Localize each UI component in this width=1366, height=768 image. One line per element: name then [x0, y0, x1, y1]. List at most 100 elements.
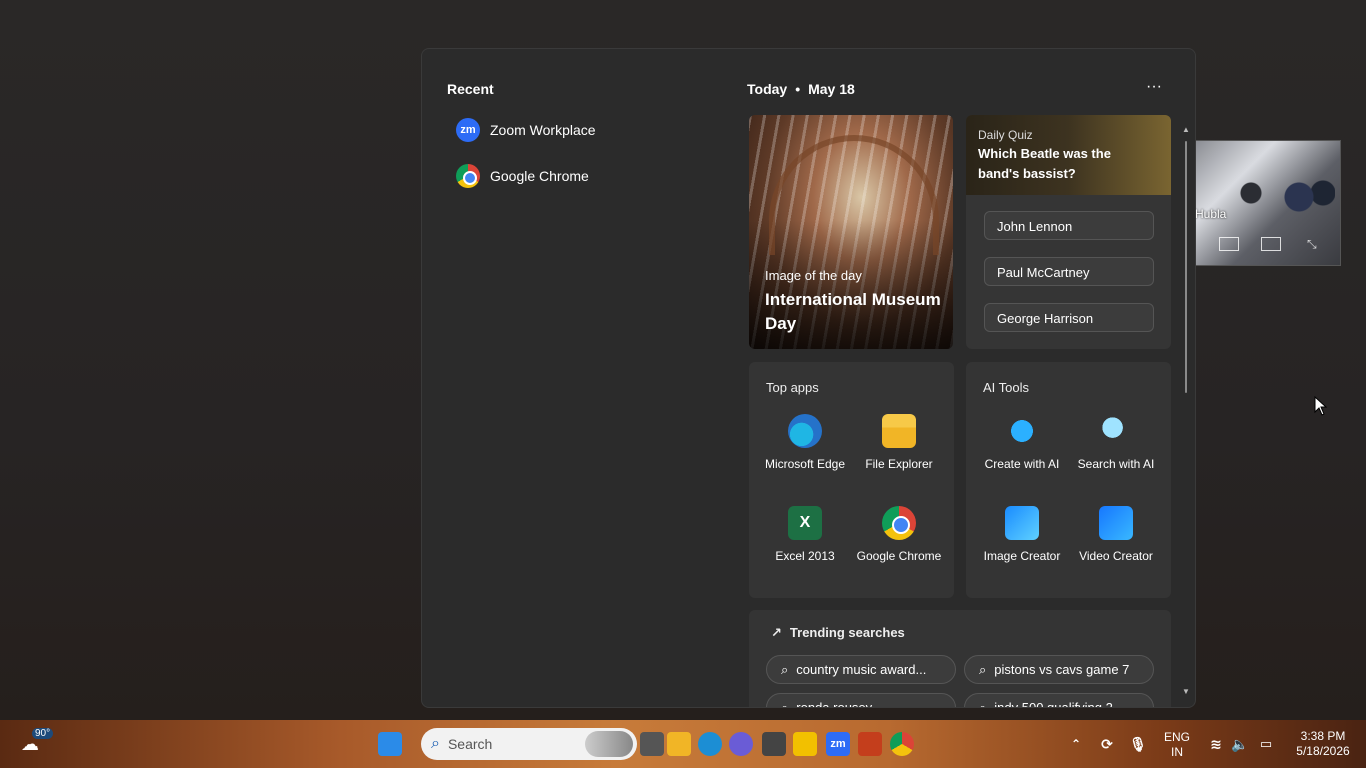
scroll-up-icon[interactable]: ▲	[1181, 125, 1191, 134]
edge-icon[interactable]	[698, 732, 722, 756]
wifi-icon[interactable]: ≋	[1204, 732, 1228, 756]
image-card-title: International Museum Day	[765, 290, 941, 333]
microphone-icon[interactable]: 🎙	[1126, 732, 1150, 756]
trending-chip[interactable]: ⌕ indy 500 qualifying 2...	[964, 693, 1154, 708]
lang-bottom: IN	[1171, 745, 1183, 759]
app-label: Excel 2013	[775, 549, 835, 563]
video-creator-icon	[1099, 506, 1133, 540]
quiz-option[interactable]: John Lennon	[984, 211, 1154, 240]
lang-top: ENG	[1163, 730, 1190, 744]
trending-label: Trending searches	[789, 625, 905, 640]
battery-icon[interactable]: ▭	[1254, 732, 1278, 756]
museum-image	[769, 135, 939, 255]
clock[interactable]: 3:38 PM 5/18/2026	[1288, 729, 1358, 759]
search-icon: ⌕	[979, 662, 987, 677]
chip-label: indy 500 qualifying 2...	[994, 700, 1124, 708]
tool-label: Video Creator	[1079, 549, 1153, 563]
search-ai-icon	[1099, 414, 1133, 448]
image-of-the-day-card[interactable]: Image of the day International Museum Da…	[749, 115, 953, 349]
daily-quiz-card: Daily Quiz Which Beatle was the band's b…	[966, 115, 1171, 349]
trending-chip[interactable]: ⌕ pistons vs cavs game 7	[964, 655, 1154, 684]
recent-item-zoom[interactable]: zm Zoom Workplace	[446, 113, 706, 147]
quiz-header: Daily Quiz Which Beatle was the band's b…	[966, 115, 1171, 195]
widgets-panel: Recent zm Zoom Workplace Google Chrome T…	[421, 48, 1196, 708]
scroll-thumb[interactable]	[1185, 141, 1187, 393]
top-app-excel[interactable]: X Excel 2013	[760, 506, 850, 564]
camera-icon[interactable]	[762, 732, 786, 756]
clock-time: 3:38 PM	[1300, 729, 1346, 743]
create-ai-icon	[1005, 414, 1039, 448]
expand-icon[interactable]: ⤡	[1307, 237, 1327, 251]
stop-video-icon[interactable]	[1219, 237, 1239, 251]
search-icon: ⌕	[979, 700, 987, 708]
meeting-video	[1215, 161, 1335, 241]
chrome-icon[interactable]	[890, 732, 914, 756]
start-icon[interactable]	[378, 732, 402, 756]
search-icon: ⌕	[781, 700, 789, 708]
app-label: Google Chrome	[856, 549, 942, 563]
excel-icon: X	[788, 506, 822, 540]
top-apps-card: Top apps Microsoft Edge File Explorer X …	[749, 362, 954, 598]
more-options-button[interactable]: ···	[1142, 77, 1166, 101]
search-icon: ⌕	[781, 662, 789, 677]
trending-title: ↗ Trending searches	[771, 625, 905, 641]
clock-date: 5/18/2026	[1296, 744, 1350, 758]
ai-tool-video-creator[interactable]: Video Creator	[1071, 506, 1161, 564]
trending-chip[interactable]: ⌕ ronda rousey	[766, 693, 956, 708]
task-view-icon[interactable]	[640, 732, 664, 756]
ai-tools-card: AI Tools Create with AI Search with AI I…	[966, 362, 1171, 598]
participant-name: Hubla	[1195, 207, 1227, 221]
quiz-option[interactable]: Paul McCartney	[984, 257, 1154, 286]
search-highlight-image	[585, 731, 633, 757]
file-explorer-icon	[882, 414, 916, 448]
recent-heading: Recent	[447, 81, 494, 97]
file-explorer-icon[interactable]	[667, 732, 691, 756]
chip-label: pistons vs cavs game 7	[994, 662, 1130, 677]
chrome-icon	[456, 164, 480, 188]
ai-tools-title: AI Tools	[983, 380, 1030, 395]
language-indicator[interactable]: ENG IN	[1162, 730, 1192, 760]
top-app-chrome[interactable]: Google Chrome	[854, 506, 944, 564]
chrome-icon	[882, 506, 916, 540]
powerpoint-icon[interactable]	[858, 732, 882, 756]
scrollbar[interactable]: ▲ ▼	[1181, 125, 1191, 696]
trending-chip[interactable]: ⌕ country music award...	[766, 655, 956, 684]
today-label: Today	[747, 81, 788, 97]
image-creator-icon	[1005, 506, 1039, 540]
date-header: Today • May 18	[747, 81, 855, 97]
sticky-notes-icon[interactable]	[793, 732, 817, 756]
sync-icon[interactable]: ⟳	[1095, 732, 1119, 756]
ai-tool-image-creator[interactable]: Image Creator	[977, 506, 1067, 564]
top-app-file-explorer[interactable]: File Explorer	[854, 414, 944, 472]
today-date: May 18	[808, 81, 855, 97]
mouse-cursor-icon	[1314, 396, 1328, 416]
scroll-down-icon[interactable]: ▼	[1181, 687, 1191, 696]
zoom-icon[interactable]: zm	[826, 732, 850, 756]
search-input[interactable]: ⌕ Search	[421, 728, 637, 760]
tool-label: Image Creator	[983, 549, 1061, 563]
ai-tool-create[interactable]: Create with AI	[977, 414, 1067, 472]
chip-label: country music award...	[796, 662, 927, 677]
quiz-question: Which Beatle was the band's bassist?	[978, 146, 1111, 181]
quiz-option[interactable]: George Harrison	[984, 303, 1154, 332]
search-icon: ⌕	[431, 735, 440, 752]
recent-item-chrome[interactable]: Google Chrome	[446, 159, 706, 193]
recent-item-label: Google Chrome	[490, 168, 589, 184]
volume-icon[interactable]: 🔈	[1228, 732, 1252, 756]
ai-tool-search[interactable]: Search with AI	[1071, 414, 1161, 472]
image-card-subtitle: Image of the day	[765, 268, 862, 283]
trending-searches-card: ↗ Trending searches ⌕ country music award…	[749, 610, 1171, 708]
app-label: File Explorer	[865, 457, 933, 471]
share-screen-icon[interactable]	[1261, 237, 1281, 251]
trending-icon: ↗	[771, 625, 782, 640]
chevron-up-icon[interactable]: ⌃	[1064, 732, 1088, 756]
copilot-icon[interactable]	[729, 732, 753, 756]
app-label: Microsoft Edge	[764, 457, 846, 471]
zoom-meeting-mini-window[interactable]: Hubla ⤡	[1194, 140, 1341, 266]
tool-label: Create with AI	[984, 457, 1060, 471]
tool-label: Search with AI	[1077, 457, 1155, 471]
weather-temp: 90°	[32, 728, 54, 739]
top-app-edge[interactable]: Microsoft Edge	[760, 414, 850, 472]
zoom-icon: zm	[456, 118, 480, 142]
quiz-label: Daily Quiz	[978, 128, 1033, 142]
